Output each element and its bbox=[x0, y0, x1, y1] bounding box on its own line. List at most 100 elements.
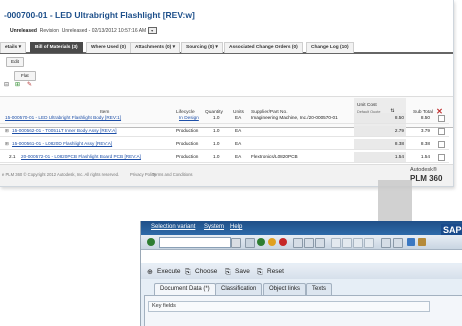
add-icon[interactable]: ⊞ bbox=[14, 82, 21, 89]
tab-sourcing[interactable]: Sourcing (0) ▾ bbox=[181, 42, 223, 53]
sap-tab-panel: Key fields bbox=[144, 295, 462, 326]
table-row[interactable]: 2.1 20-000572-01 - L0820PCB Flashlight B… bbox=[0, 152, 449, 163]
sap-window: Selection variant System Help SAP ⊕ Execu… bbox=[140, 221, 462, 326]
menu-system[interactable]: System bbox=[204, 224, 224, 230]
command-field[interactable] bbox=[159, 237, 231, 248]
edit-button[interactable]: Edit bbox=[6, 57, 24, 67]
execute-button[interactable]: ⊕ Execute bbox=[147, 267, 181, 277]
tab-associated-change-orders[interactable]: Associated Change Orders (0) bbox=[224, 42, 303, 53]
key-fields-label: Key fields bbox=[152, 303, 176, 309]
row-quantity: 1.0 bbox=[213, 154, 220, 159]
revision-label: Revision bbox=[39, 27, 59, 34]
row-supplier: Flextronics/L0820PCB bbox=[251, 154, 298, 159]
row-sub-total: 8.38 bbox=[420, 141, 430, 146]
row-unit-cost: 2.79 bbox=[394, 128, 404, 133]
row-unit-cost: 8.38 bbox=[394, 141, 404, 146]
lifecycle-state: Unreleased bbox=[10, 27, 37, 34]
row-units: EA bbox=[235, 154, 242, 159]
tab-change-log[interactable]: Change Log (10) bbox=[306, 42, 354, 53]
sap-title-bar bbox=[141, 250, 462, 263]
key-fields-group: Key fields bbox=[148, 301, 430, 312]
autodesk-logo: Autodesk® bbox=[410, 167, 437, 173]
expand-icon[interactable]: ⊞ bbox=[5, 141, 9, 147]
tab-where-used[interactable]: Where Used (0) bbox=[86, 42, 131, 53]
print-icon[interactable] bbox=[293, 238, 303, 248]
save-button[interactable]: ⎘ Save bbox=[225, 267, 250, 277]
row-supplier: Imagineering Machine, Inc./20-000570-01 bbox=[251, 115, 338, 120]
col-unit-cost: Unit Cost bbox=[357, 103, 377, 108]
tab-document-data[interactable]: Document Data (*) bbox=[154, 283, 216, 295]
back-icon[interactable] bbox=[257, 238, 265, 246]
row-checkbox[interactable] bbox=[438, 141, 445, 148]
prev-page-icon[interactable] bbox=[342, 238, 352, 248]
row-unit-cost: 1.54 bbox=[394, 154, 404, 159]
dropdown-icon[interactable] bbox=[231, 238, 241, 248]
tree-icon[interactable]: ⊟ bbox=[3, 82, 10, 89]
first-page-icon[interactable] bbox=[331, 238, 341, 248]
flat-button[interactable]: Flat bbox=[14, 71, 36, 81]
tab-object-links[interactable]: Object links bbox=[263, 283, 307, 295]
row-sub-total: 1.54 bbox=[420, 154, 430, 159]
row-units: EA bbox=[235, 128, 242, 133]
row-item-link[interactable]: 15-000570-01 - LED Ultrabright Flashligh… bbox=[5, 115, 121, 120]
sap-standard-toolbar bbox=[141, 235, 462, 250]
save-icon[interactable] bbox=[245, 238, 255, 248]
row-item-link[interactable]: 20-000572-01 - L0820PCB Flashlight Board… bbox=[21, 154, 141, 159]
enter-icon[interactable] bbox=[147, 238, 155, 246]
row-quantity: 1.0 bbox=[213, 115, 220, 120]
tab-attachments[interactable]: Attachments (0) ▾ bbox=[130, 42, 180, 53]
cancel-icon[interactable] bbox=[279, 238, 287, 246]
choose-icon: ⎘ bbox=[185, 269, 191, 276]
exit-icon[interactable] bbox=[268, 238, 276, 246]
row-quantity: 1.0 bbox=[213, 141, 220, 146]
table-row[interactable]: ⊞ 15-000562-01 - T0051LT Inner Body Assy… bbox=[0, 126, 449, 137]
row-sub-total: 3.79 bbox=[420, 128, 430, 133]
choose-button[interactable]: ⎘ Choose bbox=[185, 267, 217, 277]
row-units: EA bbox=[235, 141, 242, 146]
expand-icon[interactable]: ⊞ bbox=[5, 128, 9, 134]
shortcut-icon[interactable] bbox=[393, 238, 403, 248]
row-number: 2.1 bbox=[9, 154, 16, 159]
row-units: EA bbox=[235, 115, 242, 120]
tab-details[interactable]: etails ▾ bbox=[0, 42, 27, 53]
help-icon[interactable] bbox=[407, 238, 415, 246]
revision-dropdown[interactable]: ▾ bbox=[147, 27, 157, 34]
row-lifecycle: Production bbox=[176, 141, 199, 146]
item-tabs: etails ▾ Bill of Materials (3) Where Use… bbox=[0, 40, 453, 54]
reset-icon: ⎘ bbox=[257, 269, 263, 276]
revision-value: Unreleased - 02/13/2012 10:57:16 AM bbox=[61, 27, 147, 34]
next-page-icon[interactable] bbox=[353, 238, 363, 248]
menu-selection-variant[interactable]: Selection variant bbox=[151, 224, 195, 230]
copyright-text: e PLM 360 © Copyright 2012 Autodesk, Inc… bbox=[2, 172, 120, 177]
terms-link[interactable]: Terms and Conditions bbox=[152, 172, 193, 177]
row-lifecycle: Production bbox=[176, 154, 199, 159]
table-row[interactable]: ⊞ 15-000561-01 - L0820D Flashlight Assy … bbox=[0, 139, 449, 150]
tab-classification[interactable]: Classification bbox=[215, 283, 263, 295]
find-next-icon[interactable] bbox=[315, 238, 325, 248]
row-item-link[interactable]: 15-000561-01 - L0820D Flashlight Assy [R… bbox=[12, 141, 112, 146]
new-session-icon[interactable] bbox=[381, 238, 391, 248]
row-item-link[interactable]: 15-000562-01 - T0051LT Inner Body Assy [… bbox=[12, 128, 117, 133]
row-checkbox[interactable] bbox=[438, 115, 445, 122]
reset-button[interactable]: ⎘ Reset bbox=[257, 267, 284, 277]
tab-texts[interactable]: Texts bbox=[306, 283, 333, 295]
row-lifecycle[interactable]: In Design bbox=[179, 115, 199, 120]
sap-tabstrip: Document Data (*) Classification Object … bbox=[144, 283, 462, 295]
layout-icon[interactable] bbox=[418, 238, 426, 246]
menu-help[interactable]: Help bbox=[230, 224, 242, 230]
item-title: -000700-01 - LED Ultrabright Flashlight … bbox=[4, 10, 195, 20]
tab-bill-of-materials[interactable]: Bill of Materials (3) bbox=[30, 42, 83, 53]
find-icon[interactable] bbox=[304, 238, 314, 248]
table-row[interactable]: 15-000570-01 - LED Ultrabright Flashligh… bbox=[0, 113, 449, 124]
sap-application-toolbar: ⊕ Execute ⎘ Choose ⎘ Save ⎘ Reset bbox=[141, 265, 462, 279]
status-line: Unreleased Revision Unreleased - 02/13/2… bbox=[10, 27, 157, 34]
save-variant-icon: ⎘ bbox=[225, 269, 231, 276]
row-checkbox[interactable] bbox=[438, 154, 445, 161]
row-lifecycle: Production bbox=[176, 128, 199, 133]
sap-menubar: Selection variant System Help SAP bbox=[141, 221, 462, 236]
edit-pencil-icon[interactable]: ✎ bbox=[26, 82, 33, 89]
last-page-icon[interactable] bbox=[364, 238, 374, 248]
execute-icon: ⊕ bbox=[147, 269, 153, 276]
plm-window: -000700-01 - LED Ultrabright Flashlight … bbox=[0, 0, 454, 187]
row-checkbox[interactable] bbox=[438, 128, 445, 135]
